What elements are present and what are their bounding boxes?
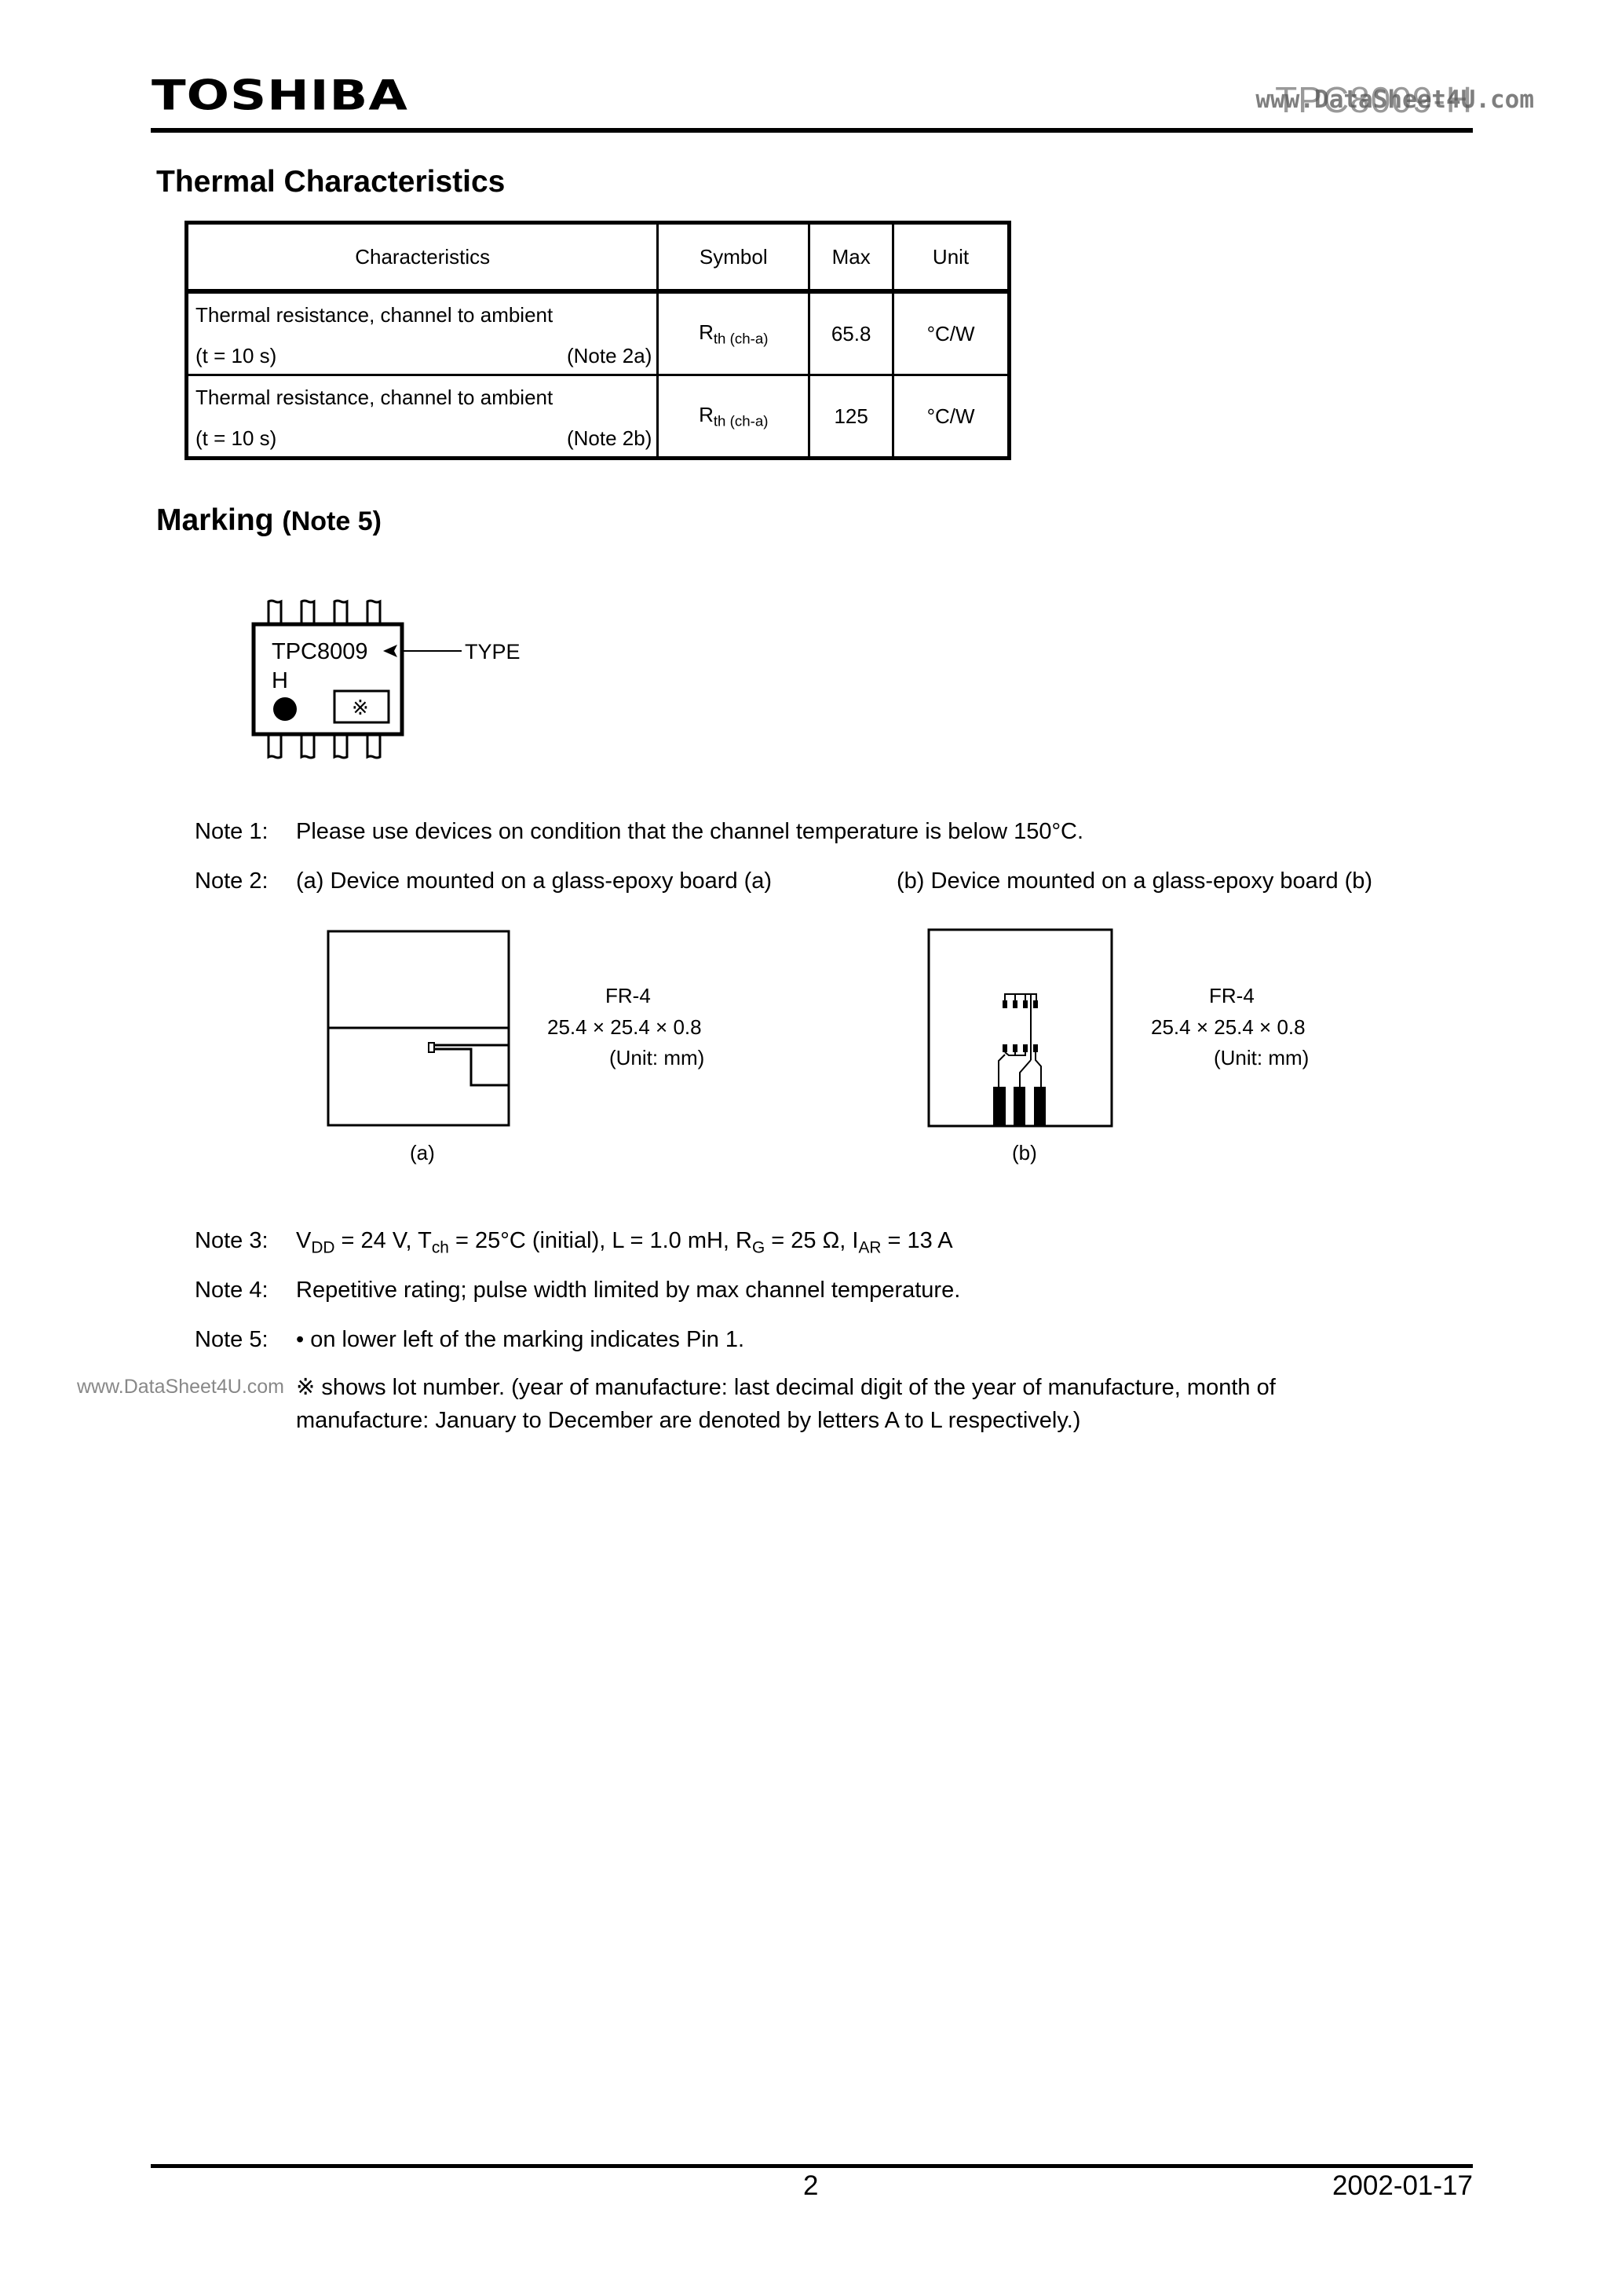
header-watermark[interactable]: www.DataSheet4U.com — [1255, 88, 1534, 112]
characteristic-cell: Thermal resistance, channel to ambient (… — [184, 290, 659, 376]
vdd-value: = 24 V, — [334, 1228, 418, 1253]
header-rule — [151, 128, 1473, 133]
board-a-diagram — [327, 930, 510, 1127]
symbol-sub: th (ch-a) — [713, 330, 769, 347]
condition-text: (t = 10 s) — [195, 426, 277, 450]
note3-label: Note 3: — [195, 1228, 269, 1253]
footer-rule — [151, 2164, 1473, 2168]
lot-line-2: manufacture: January to December are den… — [296, 1408, 1081, 1433]
characteristic-cell: Thermal resistance, channel to ambient (… — [184, 374, 659, 459]
table-row: Thermal resistance, channel to ambient (… — [184, 290, 1010, 376]
rg-sub: G — [751, 1238, 765, 1257]
pins-bottom — [267, 734, 382, 759]
note2-label: Note 2: — [195, 868, 269, 894]
tch-symbol: T — [418, 1228, 432, 1253]
board-a-trace-step — [434, 1047, 509, 1087]
toshiba-logo: TOSHIBA — [152, 71, 408, 120]
condition-text: (t = 10 s) — [195, 344, 277, 367]
vdd-symbol: V — [296, 1228, 312, 1253]
page-number: 2 — [803, 2170, 819, 2201]
lot-symbol-icon: ※ — [296, 1373, 316, 1400]
note2-text-a: (a) Device mounted on a glass-epoxy boar… — [296, 868, 773, 894]
section-title-marking: Marking (Note 5) — [156, 505, 382, 536]
board-b-unit: (Unit: mm) — [1214, 1046, 1310, 1069]
board-a-size: 25.4 × 25.4 × 0.8 — [547, 1015, 702, 1039]
side-watermark-link[interactable]: www.DataSheet4U.com — [77, 1377, 284, 1397]
marking-diagram: TPC8009 H ※ TYPE — [251, 599, 521, 759]
suffix-text: H — [272, 668, 288, 693]
symbol-cell: Rth (ch-a) — [656, 290, 811, 376]
rg-symbol: R — [736, 1228, 752, 1253]
col-header-symbol: Symbol — [656, 221, 811, 294]
symbol-sub: th (ch-a) — [713, 412, 769, 430]
type-label: TYPE — [465, 640, 521, 664]
type-text: TPC8009 — [272, 639, 368, 664]
note-ref: (Note 2b) — [566, 426, 652, 450]
note5-text: • on lower left of the marking indicates… — [296, 1327, 745, 1352]
board-b-size: 25.4 × 25.4 × 0.8 — [1151, 1015, 1306, 1039]
note5-label: Note 5: — [195, 1327, 269, 1352]
table-header-row: Characteristics Symbol Max Unit — [184, 221, 1010, 294]
iar-value: = 13 A — [881, 1228, 953, 1253]
board-a-pad — [428, 1042, 435, 1053]
board-b-material: FR-4 — [1209, 984, 1255, 1007]
tch-sub: ch — [431, 1238, 449, 1257]
max-cell: 65.8 — [808, 290, 895, 376]
symbol-main: R — [699, 320, 714, 344]
note3-text: VDD = 24 V, Tch = 25°C (initial), L = 1.… — [296, 1230, 953, 1256]
table-row: Thermal resistance, channel to ambient (… — [184, 374, 1010, 459]
thermal-table: Characteristics Symbol Max Unit Thermal … — [184, 221, 1011, 460]
footer-date: 2002-01-17 — [1332, 2170, 1473, 2201]
max-cell: 125 — [808, 374, 895, 459]
symbol-main: R — [699, 402, 714, 426]
col-header-unit: Unit — [892, 221, 1010, 294]
rg-value: = 25 Ω, — [765, 1228, 853, 1253]
lot-line-1: ※ shows lot number. (year of manufacture… — [296, 1376, 1276, 1399]
note4-text: Repetitive rating; pulse width limited b… — [296, 1278, 961, 1303]
marking-title: Marking — [156, 503, 274, 537]
board-a-material: FR-4 — [605, 984, 651, 1007]
tch-value: = 25°C (initial), L = 1.0 mH, — [448, 1228, 736, 1253]
note-ref: (Note 2a) — [566, 344, 652, 367]
iar-sub: AR — [858, 1238, 882, 1257]
unit-cell: °C/W — [892, 374, 1010, 459]
section-title-thermal: Thermal Characteristics — [156, 165, 506, 199]
pins-top — [267, 599, 382, 624]
unit-cell: °C/W — [892, 290, 1010, 376]
col-header-max: Max — [808, 221, 895, 294]
board-a-unit: (Unit: mm) — [609, 1046, 705, 1069]
note2-text-b: (b) Device mounted on a glass-epoxy boar… — [897, 868, 1373, 894]
lot-text-1: shows lot number. (year of manufacture: … — [315, 1375, 1276, 1400]
symbol-cell: Rth (ch-a) — [656, 374, 811, 459]
board-a-caption: (a) — [410, 1141, 435, 1164]
col-header-characteristics: Characteristics — [184, 221, 659, 294]
pin1-dot — [273, 697, 297, 721]
note4-label: Note 4: — [195, 1278, 269, 1303]
characteristic-text: Thermal resistance, channel to ambient — [195, 303, 553, 327]
note1-label: Note 1: — [195, 819, 269, 844]
board-b-diagram — [927, 928, 1113, 1128]
board-b-caption: (b) — [1012, 1141, 1037, 1164]
lot-symbol: ※ — [352, 696, 369, 720]
vdd-sub: DD — [311, 1238, 335, 1257]
note1-text: Please use devices on condition that the… — [296, 819, 1084, 844]
marking-note-ref: (Note 5) — [282, 506, 382, 536]
characteristic-text: Thermal resistance, channel to ambient — [195, 386, 553, 409]
